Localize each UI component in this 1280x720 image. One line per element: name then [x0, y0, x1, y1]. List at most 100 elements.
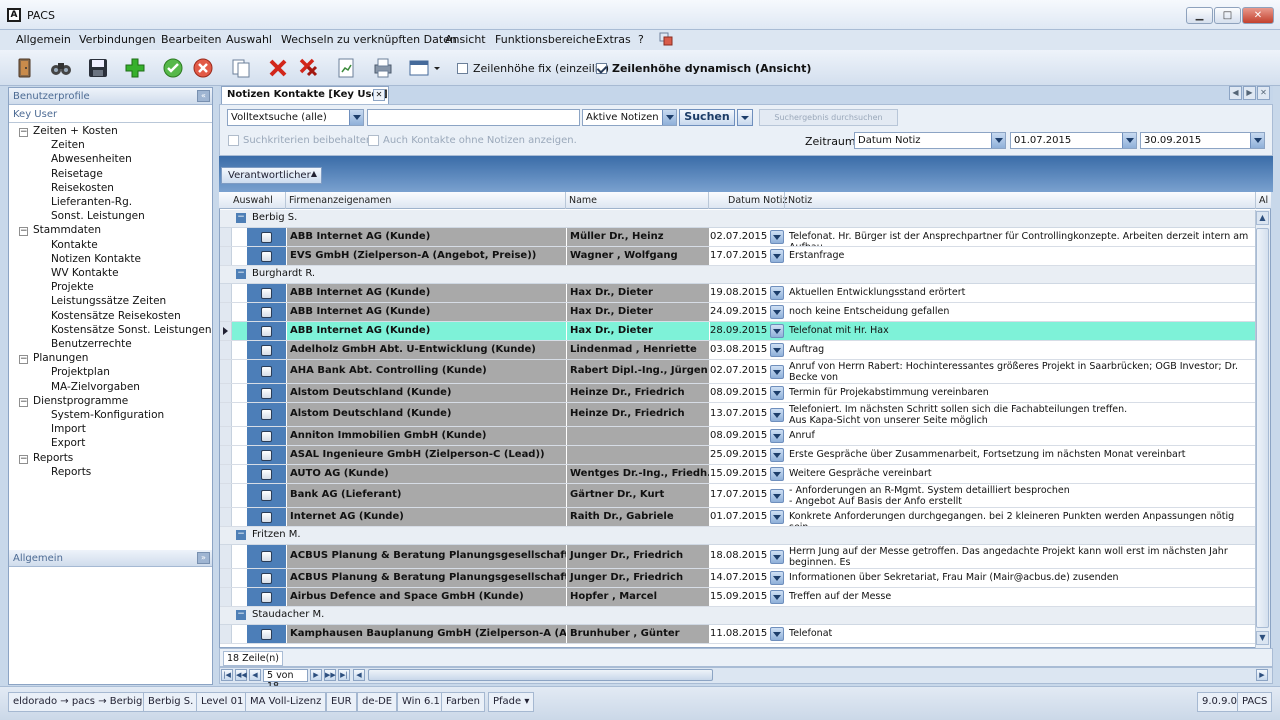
- tree-item[interactable]: − Dienstprogramme: [19, 395, 128, 407]
- search-options-chevron-icon[interactable]: [737, 109, 753, 126]
- table-row[interactable]: Internet AG (Kunde) Raith Dr., Gabriele 01…: [220, 508, 1255, 527]
- tree-item[interactable]: Kontakte: [51, 239, 98, 251]
- save-icon[interactable]: [85, 55, 111, 81]
- fixed-row-height-toggle[interactable]: Zeilenhöhe fix (einzeilig): [457, 62, 609, 75]
- column-header-date[interactable]: Datum Notiz: [728, 195, 787, 206]
- status-paths-menu[interactable]: Pfade ▾: [488, 692, 535, 712]
- row-indicator[interactable]: [220, 284, 232, 302]
- copy-icon[interactable]: [228, 55, 254, 81]
- period-type-select[interactable]: Datum Notiz: [854, 132, 1006, 149]
- tree-collapse-icon[interactable]: −: [19, 397, 28, 407]
- column-separator[interactable]: [565, 192, 566, 209]
- row-checkbox[interactable]: [261, 409, 272, 420]
- last-page-icon[interactable]: ▶|: [338, 669, 350, 681]
- row-indicator[interactable]: [220, 303, 232, 321]
- exit-icon[interactable]: [11, 55, 37, 81]
- confirm-icon[interactable]: [160, 55, 186, 81]
- tree-item[interactable]: − Reports: [19, 452, 73, 464]
- table-row[interactable]: Alstom Deutschland (Kunde) Heinze Dr., Fr…: [220, 403, 1255, 427]
- row-indicator[interactable]: [220, 427, 232, 445]
- menu-ansicht[interactable]: Ansicht: [445, 33, 486, 46]
- row-checkbox[interactable]: [261, 490, 272, 501]
- column-separator[interactable]: [708, 192, 709, 209]
- selection-cell[interactable]: [247, 569, 287, 587]
- window-switch-icon[interactable]: [659, 32, 673, 46]
- prev-page-fast-icon[interactable]: ◀◀: [235, 669, 247, 681]
- date-dropdown-icon[interactable]: [770, 510, 784, 524]
- search-input[interactable]: [367, 109, 580, 126]
- table-row[interactable]: ACBUS Planung & Beratung Planungsgesells…: [220, 545, 1255, 569]
- selection-cell[interactable]: [247, 545, 287, 568]
- dynamic-row-height-checkbox[interactable]: [596, 63, 607, 74]
- table-row[interactable]: Airbus Defence and Space GmbH (Kunde) Hop…: [220, 588, 1255, 607]
- date-dropdown-icon[interactable]: [770, 549, 784, 564]
- row-indicator[interactable]: [220, 403, 232, 426]
- keep-criteria-option[interactable]: Suchkriterien beibehalten: [228, 135, 372, 146]
- table-row[interactable]: ABB Internet AG (Kunde) Hax Dr., Dieter 28…: [220, 322, 1255, 341]
- table-row[interactable]: ASAL Ingenieure GmbH (Zielperson-C (Lead…: [220, 446, 1255, 465]
- column-header-extra[interactable]: Al: [1259, 195, 1268, 206]
- horizontal-scroll-thumb[interactable]: [368, 669, 713, 681]
- selection-cell[interactable]: [247, 284, 287, 302]
- row-checkbox[interactable]: [261, 450, 272, 461]
- row-checkbox[interactable]: [261, 551, 272, 562]
- column-separator[interactable]: [1255, 192, 1256, 209]
- binoculars-icon[interactable]: [48, 55, 74, 81]
- prev-page-icon[interactable]: ◀: [249, 669, 261, 681]
- tree-item[interactable]: Kostensätze Reisekosten: [51, 310, 181, 322]
- tab-close-all-icon[interactable]: ✕: [1257, 86, 1270, 100]
- row-checkbox[interactable]: [261, 431, 272, 442]
- show-contacts-without-notes-checkbox[interactable]: [368, 135, 379, 146]
- menu-extras[interactable]: Extras: [596, 33, 631, 46]
- tree-item[interactable]: Leistungssätze Zeiten: [51, 295, 166, 307]
- date-dropdown-icon[interactable]: [770, 230, 784, 244]
- menu-funktionsbereiche[interactable]: Funktionsbereiche: [495, 33, 595, 46]
- row-indicator[interactable]: [220, 588, 232, 606]
- collapse-icon[interactable]: «: [197, 90, 210, 102]
- calendar-dropdown-icon[interactable]: [1122, 133, 1136, 148]
- minimize-button[interactable]: ▁: [1186, 7, 1213, 24]
- date-dropdown-icon[interactable]: [770, 286, 784, 300]
- table-row[interactable]: AUTO AG (Kunde) Wentges Dr.-Ing., Friedh.…: [220, 465, 1255, 484]
- row-checkbox[interactable]: [261, 512, 272, 523]
- scroll-down-icon[interactable]: ▼: [1256, 631, 1269, 645]
- table-row[interactable]: Adelholz GmbH Abt. U-Entwicklung (Kunde)…: [220, 341, 1255, 360]
- row-checkbox[interactable]: [261, 345, 272, 356]
- delete-multiple-icon[interactable]: [296, 55, 322, 81]
- date-dropdown-icon[interactable]: [770, 488, 784, 503]
- first-page-icon[interactable]: |◀: [221, 669, 233, 681]
- print-icon[interactable]: [370, 55, 396, 81]
- tree-collapse-icon[interactable]: −: [19, 454, 28, 464]
- tree-item[interactable]: − Zeiten + Kosten: [19, 125, 118, 137]
- chevron-down-icon[interactable]: [991, 133, 1005, 148]
- tree-item[interactable]: WV Kontakte: [51, 267, 119, 279]
- tree-item[interactable]: Reisetage: [51, 168, 103, 180]
- row-indicator[interactable]: [220, 247, 232, 265]
- tree-collapse-icon[interactable]: −: [19, 128, 28, 137]
- date-from-field[interactable]: 01.07.2015: [1010, 132, 1137, 149]
- scroll-right-icon[interactable]: ▶: [1256, 669, 1268, 681]
- selection-cell[interactable]: [247, 484, 287, 507]
- table-row[interactable]: AHA Bank Abt. Controlling (Kunde) Rabert …: [220, 360, 1255, 384]
- vertical-scroll-thumb[interactable]: [1256, 228, 1269, 628]
- calendar-dropdown-icon[interactable]: [1250, 133, 1264, 148]
- tree-item[interactable]: System-Konfiguration: [51, 409, 164, 421]
- date-dropdown-icon[interactable]: [770, 429, 784, 443]
- group-row[interactable]: − Staudacher M.: [220, 607, 1255, 625]
- row-indicator[interactable]: [220, 625, 232, 643]
- row-indicator[interactable]: [220, 465, 232, 483]
- tab-notizen-kontakte[interactable]: Notizen Kontakte [Key User] ✕: [221, 86, 389, 104]
- date-dropdown-icon[interactable]: [770, 364, 784, 379]
- show-contacts-without-notes-option[interactable]: Auch Kontakte ohne Notizen anzeigen.: [368, 135, 577, 146]
- table-row[interactable]: Bank AG (Lieferant) Gärtner Dr., Kurt 17.0…: [220, 484, 1255, 508]
- tree-item[interactable]: MA-Zielvorgaben: [51, 381, 140, 393]
- selection-cell[interactable]: [247, 360, 287, 383]
- group-collapse-icon[interactable]: −: [236, 269, 246, 279]
- row-indicator[interactable]: [220, 569, 232, 587]
- search-button[interactable]: Suchen: [679, 109, 735, 126]
- date-dropdown-icon[interactable]: [770, 343, 784, 357]
- next-page-icon[interactable]: ▶: [310, 669, 322, 681]
- selection-cell[interactable]: [247, 384, 287, 402]
- row-indicator[interactable]: [220, 545, 232, 568]
- date-dropdown-icon[interactable]: [770, 448, 784, 462]
